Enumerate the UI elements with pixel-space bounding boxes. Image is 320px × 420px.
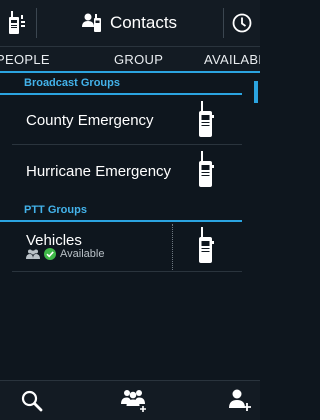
section-header-ptt: PTT Groups — [0, 202, 242, 222]
search-icon — [21, 390, 43, 412]
ptt-radio-button[interactable] — [0, 0, 36, 46]
section-title: PTT Groups — [24, 204, 87, 216]
history-clock-icon — [232, 13, 252, 33]
top-bar: Contacts — [0, 0, 260, 47]
radio-icon[interactable] — [196, 227, 216, 267]
tab-group[interactable]: GROUP — [114, 52, 163, 67]
add-contact-icon — [229, 389, 251, 411]
list-item[interactable]: County Emergency — [0, 95, 242, 145]
group-list: Broadcast Groups County Emergency Hurric… — [0, 73, 260, 380]
group-name: County Emergency — [26, 112, 154, 129]
radio-icon[interactable] — [196, 151, 216, 191]
group-name: Vehicles — [26, 232, 82, 249]
contacts-screen: Contacts PEOPLE GROUP AVAILABLE Broadcas… — [0, 0, 260, 420]
bottom-bar — [0, 380, 260, 420]
tab-bar: PEOPLE GROUP AVAILABLE — [0, 47, 260, 73]
radio-icon[interactable] — [196, 101, 216, 141]
row-vertical-divider — [172, 224, 173, 270]
scrollbar-thumb[interactable] — [254, 81, 258, 103]
add-group-icon — [121, 390, 146, 412]
contacts-icon — [81, 13, 101, 32]
section-title: Broadcast Groups — [24, 77, 120, 89]
tab-available[interactable]: AVAILABLE — [204, 52, 260, 67]
group-status: Available — [26, 248, 104, 260]
tab-people[interactable]: PEOPLE — [0, 52, 50, 67]
add-contact-button[interactable] — [220, 381, 260, 420]
row-divider — [12, 271, 242, 272]
contacts-title-button[interactable]: Contacts — [37, 0, 222, 46]
radio-icon — [9, 11, 25, 34]
list-item[interactable]: Vehicles Available — [0, 222, 242, 272]
page-title: Contacts — [109, 13, 178, 32]
add-group-button[interactable] — [115, 381, 155, 420]
group-members-icon — [26, 249, 40, 259]
history-button[interactable] — [224, 0, 260, 46]
group-name: Hurricane Emergency — [26, 163, 172, 180]
available-check-icon — [44, 248, 56, 260]
search-button[interactable] — [12, 381, 52, 420]
list-item[interactable]: Hurricane Emergency — [0, 145, 242, 195]
status-text: Available — [60, 248, 105, 260]
section-header-broadcast: Broadcast Groups — [0, 75, 242, 95]
